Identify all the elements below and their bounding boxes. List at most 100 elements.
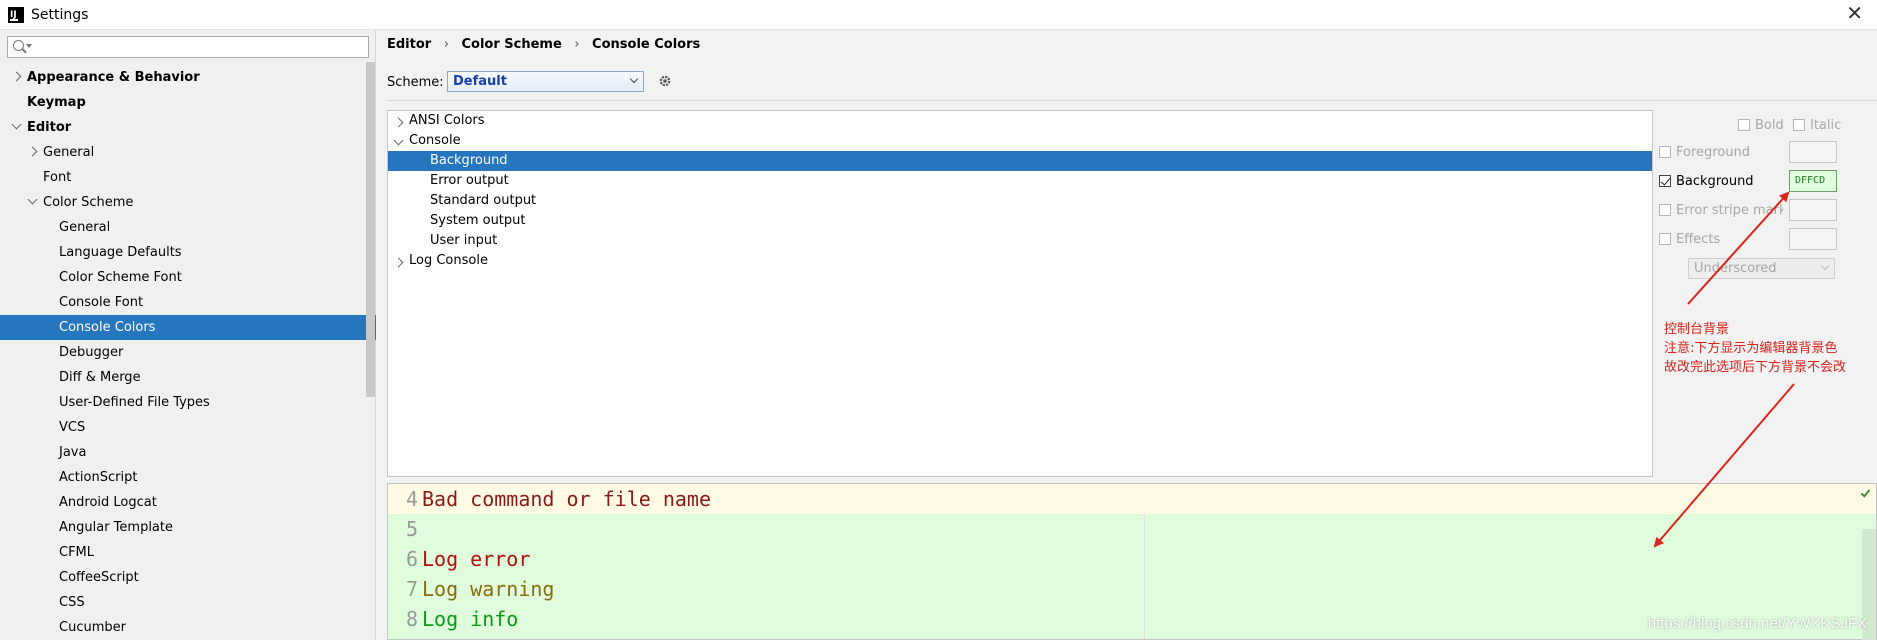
breadcrumb-color-scheme[interactable]: Color Scheme	[461, 37, 561, 52]
effects-option[interactable]: Effects	[1659, 232, 1720, 247]
tree-item-standard-output[interactable]: Standard output	[388, 191, 1652, 211]
preview-code-text: Log warning	[422, 577, 555, 601]
bold-option[interactable]: Bold	[1738, 118, 1784, 133]
error-stripe-option[interactable]: Error stripe mark	[1659, 203, 1783, 218]
tree-item-vcs[interactable]: VCS	[0, 415, 376, 440]
chevron-right-icon[interactable]	[11, 71, 22, 82]
tree-item-label: ANSI Colors	[409, 113, 485, 128]
settings-tree: Appearance & Behavior Keymap Editor General…	[0, 65, 376, 640]
search-options-arrow-icon[interactable]	[26, 44, 32, 48]
foreground-checkbox[interactable]	[1659, 146, 1671, 158]
tree-item-color-scheme[interactable]: Color Scheme	[0, 190, 376, 215]
error-stripe-checkbox[interactable]	[1659, 204, 1671, 216]
tree-item-language-defaults[interactable]: Language Defaults	[0, 240, 376, 265]
tree-item-label: Java	[59, 445, 87, 460]
background-option[interactable]: Background	[1659, 174, 1754, 189]
italic-option[interactable]: Italic	[1793, 118, 1841, 133]
close-icon[interactable]: ✕	[1846, 3, 1863, 23]
title-bar: IJ Settings ✕	[0, 0, 1877, 30]
preview-line: 7 Log warning	[388, 574, 1876, 604]
tree-item-label: Console Font	[59, 295, 144, 310]
tree-item-label: Editor	[27, 120, 72, 135]
line-number: 4	[405, 487, 418, 511]
effects-type-dropdown[interactable]: Underscored	[1688, 258, 1835, 279]
attribute-tree: ANSI Colors Console Background Error output…	[387, 110, 1653, 477]
tree-item-label: User-Defined File Types	[59, 395, 210, 410]
intellij-app-icon: IJ	[8, 7, 24, 23]
tree-item-diff-merge[interactable]: Diff & Merge	[0, 365, 376, 390]
chevron-right-icon[interactable]	[27, 146, 38, 157]
tree-item-label: Cucumber	[59, 620, 126, 635]
italic-checkbox[interactable]	[1793, 119, 1805, 131]
tree-item-keymap[interactable]: Keymap	[0, 90, 376, 115]
watermark: https://blog.csdn.net/YWXKSJFX	[1647, 615, 1867, 632]
foreground-option[interactable]: Foreground	[1659, 145, 1750, 160]
tree-item-font[interactable]: Font	[0, 165, 376, 190]
tree-item-label: Color Scheme Font	[59, 270, 182, 285]
background-color-swatch[interactable]: DFFCD	[1789, 170, 1837, 192]
effects-checkbox[interactable]	[1659, 233, 1671, 245]
chevron-down-icon[interactable]	[393, 135, 404, 146]
tree-item-label: User input	[430, 233, 498, 248]
tree-item-user-defined-file-types[interactable]: User-Defined File Types	[0, 390, 376, 415]
tree-item-console[interactable]: Console	[388, 131, 1652, 151]
tree-item-background[interactable]: Background	[388, 151, 1652, 171]
tree-item-log-console[interactable]: Log Console	[388, 251, 1652, 271]
preview-code-text: Bad command or file name	[422, 487, 711, 511]
tree-item-user-input[interactable]: User input	[388, 231, 1652, 251]
scheme-dropdown[interactable]: Default	[447, 71, 644, 92]
bold-label: Bold	[1755, 118, 1784, 133]
error-stripe-color-swatch[interactable]	[1789, 199, 1837, 221]
tree-item-general[interactable]: General	[0, 215, 376, 240]
tree-item-java[interactable]: Java	[0, 440, 376, 465]
tree-item-color-scheme-font[interactable]: Color Scheme Font	[0, 265, 376, 290]
tree-item-label: CFML	[59, 545, 95, 560]
tree-item-label: Error output	[430, 173, 509, 188]
tree-item-label: Console Colors	[59, 320, 156, 335]
search-input[interactable]	[7, 36, 369, 58]
tree-item-css[interactable]: CSS	[0, 590, 376, 615]
preview-code-text: Log info	[422, 607, 519, 631]
tree-item-actionscript[interactable]: ActionScript	[0, 465, 376, 490]
tree-item-general[interactable]: General	[0, 140, 376, 165]
bold-checkbox[interactable]	[1738, 119, 1750, 131]
tree-item-console-colors[interactable]: Console Colors	[0, 315, 376, 340]
background-checkbox[interactable]	[1659, 175, 1671, 187]
tree-item-cfml[interactable]: CFML	[0, 540, 376, 565]
chevron-right-icon[interactable]	[393, 257, 404, 268]
tree-item-label: Android Logcat	[59, 495, 157, 510]
tree-item-android-logcat[interactable]: Android Logcat	[0, 490, 376, 515]
tree-item-label: Diff & Merge	[59, 370, 141, 385]
chevron-down-icon[interactable]	[11, 119, 22, 130]
annotation-note: 控制台背景 注意:下方显示为编辑器背景色 故改完此选项后下方背景不会改	[1664, 320, 1846, 377]
line-number: 6	[405, 547, 418, 571]
tree-item-label: Angular Template	[59, 520, 173, 535]
window-title: Settings	[31, 7, 89, 23]
tree-item-error-output[interactable]: Error output	[388, 171, 1652, 191]
divider	[387, 100, 1877, 101]
foreground-color-swatch[interactable]	[1789, 141, 1837, 163]
tree-item-console-font[interactable]: Console Font	[0, 290, 376, 315]
tree-item-debugger[interactable]: Debugger	[0, 340, 376, 365]
tree-item-label: Language Defaults	[59, 245, 182, 260]
tree-item-label: Keymap	[27, 95, 86, 110]
chevron-down-icon[interactable]	[27, 194, 38, 205]
effects-color-swatch[interactable]	[1789, 228, 1837, 250]
breadcrumb-editor[interactable]: Editor	[387, 37, 431, 52]
gear-icon[interactable]	[658, 74, 672, 88]
tree-item-label: Font	[43, 170, 72, 185]
chevron-right-icon[interactable]	[393, 117, 404, 128]
tree-item-cucumber[interactable]: Cucumber	[0, 615, 376, 640]
breadcrumb-separator: ›	[574, 37, 580, 52]
tree-item-coffeescript[interactable]: CoffeeScript	[0, 565, 376, 590]
tree-item-appearance-behavior[interactable]: Appearance & Behavior	[0, 65, 376, 90]
sidebar-scrollbar[interactable]	[366, 62, 375, 397]
breadcrumb: Editor › Color Scheme › Console Colors	[387, 37, 708, 52]
chevron-down-icon	[629, 74, 639, 84]
tree-item-label: General	[59, 220, 111, 235]
tree-item-editor[interactable]: Editor	[0, 115, 376, 140]
tree-item-system-output[interactable]: System output	[388, 211, 1652, 231]
tree-item-ansi-colors[interactable]: ANSI Colors	[388, 111, 1652, 131]
chevron-down-icon	[1820, 261, 1830, 271]
tree-item-angular-template[interactable]: Angular Template	[0, 515, 376, 540]
